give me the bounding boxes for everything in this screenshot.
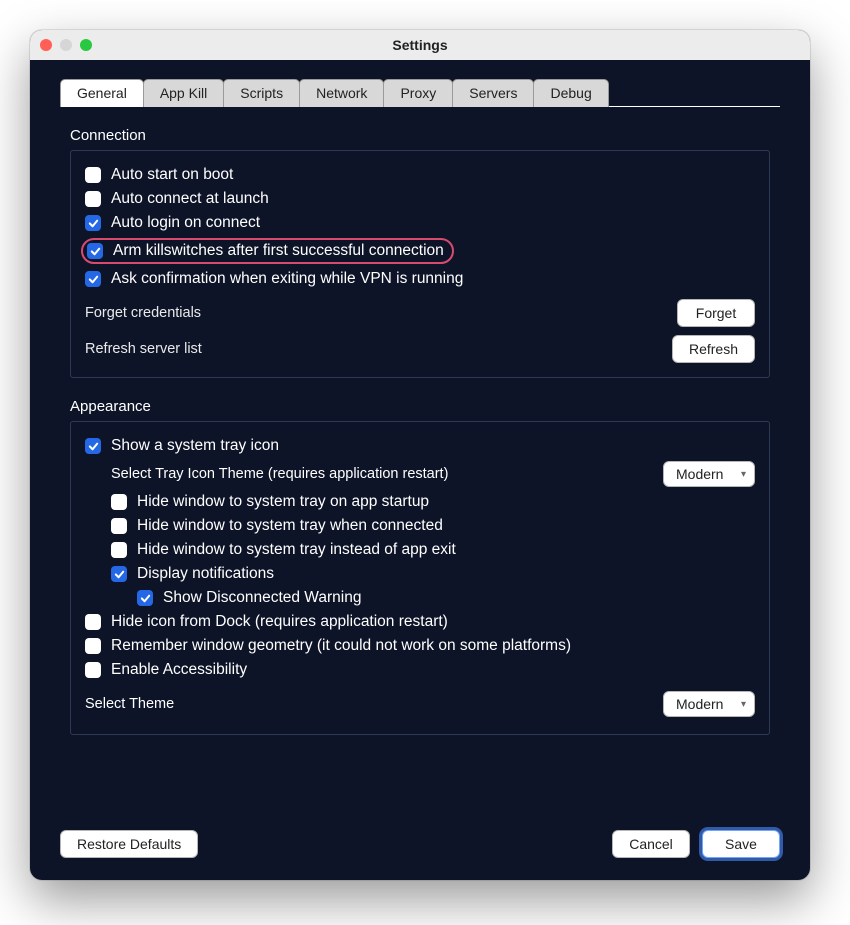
section-title-appearance: Appearance bbox=[70, 398, 770, 415]
section-title-connection: Connection bbox=[70, 127, 770, 144]
connection-option: Ask confirmation when exiting while VPN … bbox=[85, 267, 755, 291]
option-label: Remember window geometry (it could not w… bbox=[111, 637, 571, 655]
checkbox[interactable] bbox=[85, 638, 101, 654]
content: GeneralApp KillScriptsNetworkProxyServer… bbox=[30, 60, 810, 880]
theme-row: Select Theme Modern▾ bbox=[85, 688, 755, 720]
tab-proxy[interactable]: Proxy bbox=[383, 79, 453, 107]
tray-theme-row: Select Tray Icon Theme (requires applica… bbox=[85, 458, 755, 490]
hide-option: Hide window to system tray instead of ap… bbox=[85, 538, 755, 562]
traffic-lights bbox=[40, 39, 92, 51]
titlebar: Settings bbox=[30, 30, 810, 60]
option-label: Auto connect at launch bbox=[111, 190, 269, 208]
spacer bbox=[70, 749, 770, 812]
action-label: Forget credentials bbox=[85, 305, 201, 321]
connection-option: Auto start on boot bbox=[85, 163, 755, 187]
group-appearance: Show a system tray icon Select Tray Icon … bbox=[70, 421, 770, 735]
action-label: Refresh server list bbox=[85, 341, 202, 357]
misc-option: Enable Accessibility bbox=[85, 658, 755, 682]
checkbox[interactable] bbox=[111, 566, 127, 582]
connection-option: Auto login on connect bbox=[85, 211, 755, 235]
checkbox[interactable] bbox=[85, 271, 101, 287]
option-label: Auto login on connect bbox=[111, 214, 260, 232]
forget-button[interactable]: Forget bbox=[677, 299, 755, 327]
connection-option: Arm killswitches after first successful … bbox=[85, 235, 755, 267]
refresh-button[interactable]: Refresh bbox=[672, 335, 755, 363]
chevron-down-icon: ▾ bbox=[741, 699, 746, 710]
minimize-icon[interactable] bbox=[60, 39, 72, 51]
tray-theme-label: Select Tray Icon Theme (requires applica… bbox=[111, 466, 448, 482]
misc-option: Remember window geometry (it could not w… bbox=[85, 634, 755, 658]
tab-network[interactable]: Network bbox=[299, 79, 384, 107]
select-theme-label: Select Theme bbox=[85, 696, 174, 712]
restore-defaults-button[interactable]: Restore Defaults bbox=[60, 830, 198, 858]
action-row: Refresh server list Refresh bbox=[85, 335, 755, 363]
footer-bar: Restore Defaults Cancel Save bbox=[30, 830, 810, 880]
checkbox[interactable] bbox=[85, 167, 101, 183]
tab-servers[interactable]: Servers bbox=[452, 79, 534, 107]
option-label: Show Disconnected Warning bbox=[163, 589, 361, 607]
option-label: Show a system tray icon bbox=[111, 437, 279, 455]
hide-option: Hide window to system tray when connecte… bbox=[85, 514, 755, 538]
theme-select[interactable]: Modern▾ bbox=[663, 691, 755, 717]
highlighted-option: Arm killswitches after first successful … bbox=[81, 238, 454, 264]
checkbox[interactable] bbox=[111, 494, 127, 510]
close-icon[interactable] bbox=[40, 39, 52, 51]
tab-app-kill[interactable]: App Kill bbox=[143, 79, 224, 107]
option-label: Enable Accessibility bbox=[111, 661, 247, 679]
cancel-button[interactable]: Cancel bbox=[612, 830, 690, 858]
tab-panel-general: Connection Auto start on boot Auto connec… bbox=[30, 107, 810, 830]
option-label: Hide window to system tray when connecte… bbox=[137, 517, 443, 535]
group-connection: Auto start on boot Auto connect at launch… bbox=[70, 150, 770, 378]
action-row: Forget credentials Forget bbox=[85, 299, 755, 327]
chevron-down-icon: ▾ bbox=[741, 469, 746, 480]
connection-option: Auto connect at launch bbox=[85, 187, 755, 211]
misc-option: Hide icon from Dock (requires applicatio… bbox=[85, 610, 755, 634]
option-label: Hide window to system tray on app startu… bbox=[137, 493, 429, 511]
option-label: Arm killswitches after first successful … bbox=[113, 242, 444, 260]
notifications-option: Display notifications bbox=[85, 562, 755, 586]
checkbox[interactable] bbox=[111, 518, 127, 534]
tray-theme-select[interactable]: Modern▾ bbox=[663, 461, 755, 487]
option-label: Ask confirmation when exiting while VPN … bbox=[111, 270, 463, 288]
checkbox[interactable] bbox=[85, 215, 101, 231]
checkbox[interactable] bbox=[87, 243, 103, 259]
option-label: Hide window to system tray instead of ap… bbox=[137, 541, 456, 559]
checkbox[interactable] bbox=[85, 614, 101, 630]
checkbox[interactable] bbox=[85, 438, 101, 454]
tab-bar: GeneralApp KillScriptsNetworkProxyServer… bbox=[30, 60, 810, 106]
settings-window: Settings GeneralApp KillScriptsNetworkPr… bbox=[30, 30, 810, 880]
checkbox[interactable] bbox=[111, 542, 127, 558]
tab-debug[interactable]: Debug bbox=[533, 79, 608, 107]
disconnected-warning-option: Show Disconnected Warning bbox=[85, 586, 755, 610]
hide-option: Hide window to system tray on app startu… bbox=[85, 490, 755, 514]
checkbox[interactable] bbox=[85, 662, 101, 678]
option-label: Hide icon from Dock (requires applicatio… bbox=[111, 613, 448, 631]
option-label: Display notifications bbox=[137, 565, 274, 583]
tab-scripts[interactable]: Scripts bbox=[223, 79, 300, 107]
window-title: Settings bbox=[30, 37, 810, 53]
zoom-icon[interactable] bbox=[80, 39, 92, 51]
checkbox[interactable] bbox=[137, 590, 153, 606]
tab-general[interactable]: General bbox=[60, 79, 144, 107]
option-label: Auto start on boot bbox=[111, 166, 233, 184]
show-tray-option: Show a system tray icon bbox=[85, 434, 755, 458]
save-button[interactable]: Save bbox=[702, 830, 780, 858]
checkbox[interactable] bbox=[85, 191, 101, 207]
